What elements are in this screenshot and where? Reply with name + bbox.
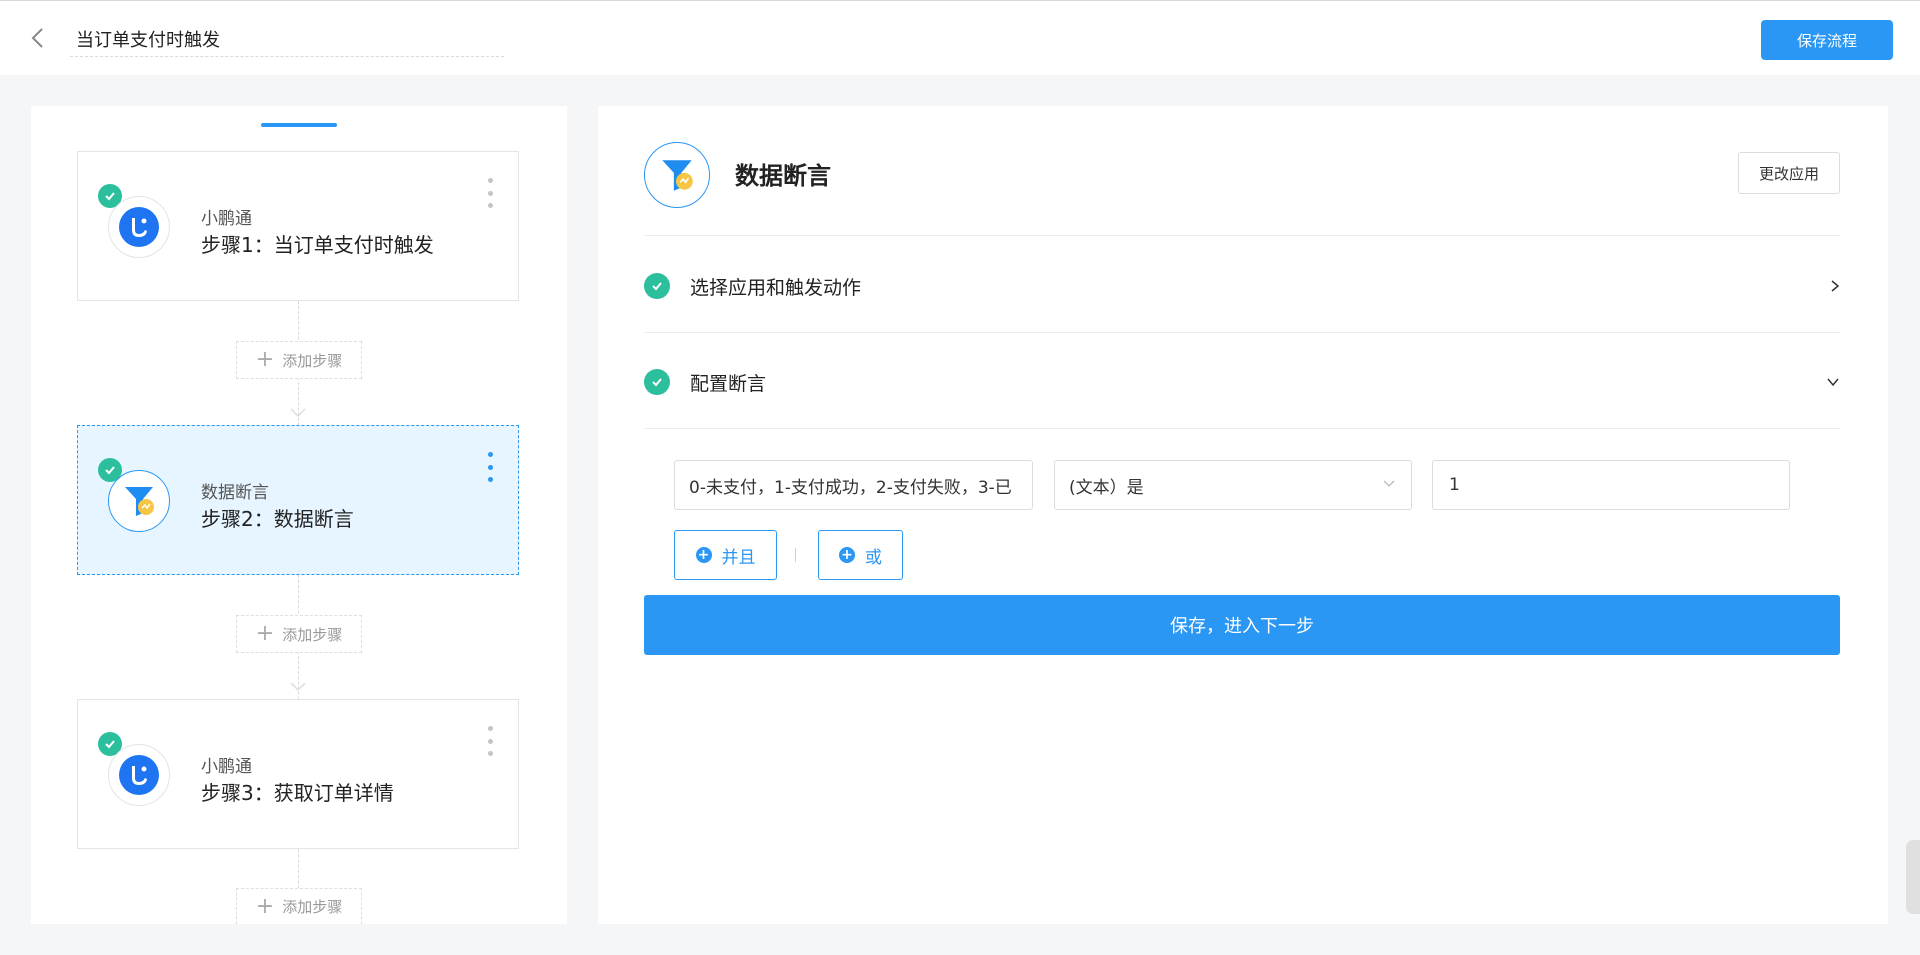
add-or-condition-button[interactable]: + 或 <box>818 530 903 580</box>
steps-panel: 小鹏通 步骤1：当订单支付时触发 + 添加步骤 数据断言 步骤2：数据断言 + 添加… <box>31 106 567 924</box>
divider <box>644 428 1840 429</box>
step-detail-panel: 数据断言 更改应用 选择应用和触发动作 配置断言 0-未支付，1-支付成功，2-… <box>598 106 1888 924</box>
step-app-name: 小鹏通 <box>201 209 252 229</box>
condition-value-input[interactable] <box>1432 460 1790 510</box>
add-step-button[interactable]: + 添加步骤 <box>236 341 362 379</box>
more-icon[interactable] <box>486 452 494 482</box>
plus-icon: + <box>255 347 275 372</box>
funnel-icon <box>644 142 710 208</box>
xiaopengtong-icon <box>108 196 170 258</box>
funnel-icon <box>108 470 170 532</box>
save-flow-button[interactable]: 保存流程 <box>1761 20 1893 60</box>
step-title: 步骤1：当订单支付时触发 <box>201 233 434 257</box>
step-card-2[interactable]: 数据断言 步骤2：数据断言 <box>77 425 519 575</box>
step-title: 步骤2：数据断言 <box>201 507 354 531</box>
plus-circle-icon: + <box>839 547 855 563</box>
flow-title-input[interactable] <box>70 21 504 57</box>
save-next-button[interactable]: 保存，进入下一步 <box>644 595 1840 655</box>
chevron-down-icon <box>290 408 306 418</box>
xiaopengtong-icon <box>108 744 170 806</box>
condition-operator-select[interactable]: (文本）是 <box>1054 460 1412 510</box>
check-icon <box>644 369 670 395</box>
more-icon[interactable] <box>486 726 494 756</box>
add-step-button[interactable]: + 添加步骤 <box>236 615 362 653</box>
condition-field-input[interactable]: 0-未支付，1-支付成功，2-支付失败，3-已 <box>674 460 1033 510</box>
chevron-down-icon <box>290 682 306 692</box>
scrollbar-handle[interactable] <box>1906 840 1920 914</box>
step-card-1[interactable]: 小鹏通 步骤1：当订单支付时触发 <box>77 151 519 301</box>
chevron-right-icon <box>1831 280 1840 292</box>
chevron-down-icon <box>1827 378 1839 387</box>
plus-icon: + <box>255 621 275 646</box>
top-bar: 保存流程 <box>0 0 1920 75</box>
divider <box>644 332 1840 333</box>
section-label: 配置断言 <box>690 372 767 395</box>
change-app-button[interactable]: 更改应用 <box>1738 152 1840 194</box>
section-select-app-trigger[interactable]: 选择应用和触发动作 <box>644 266 1840 306</box>
app-title: 数据断言 <box>735 162 831 190</box>
panel-tab-indicator <box>261 123 337 127</box>
more-icon[interactable] <box>486 178 494 208</box>
compare-value-field[interactable] <box>1447 474 1775 496</box>
check-icon <box>644 273 670 299</box>
divider <box>795 548 796 562</box>
step-app-name: 小鹏通 <box>201 757 252 777</box>
chevron-down-icon <box>1383 480 1395 487</box>
section-label: 选择应用和触发动作 <box>690 276 862 299</box>
section-configure-assertion[interactable]: 配置断言 <box>644 362 1840 402</box>
step-title: 步骤3：获取订单详情 <box>201 781 394 805</box>
add-and-condition-button[interactable]: + 并且 <box>674 530 777 580</box>
divider <box>644 235 1840 236</box>
step-card-3[interactable]: 小鹏通 步骤3：获取订单详情 <box>77 699 519 849</box>
plus-circle-icon: + <box>695 547 712 563</box>
plus-icon: + <box>255 893 275 919</box>
add-step-button[interactable]: + 添加步骤 <box>236 888 362 924</box>
back-arrow-icon[interactable] <box>26 23 48 53</box>
step-app-name: 数据断言 <box>201 483 269 503</box>
